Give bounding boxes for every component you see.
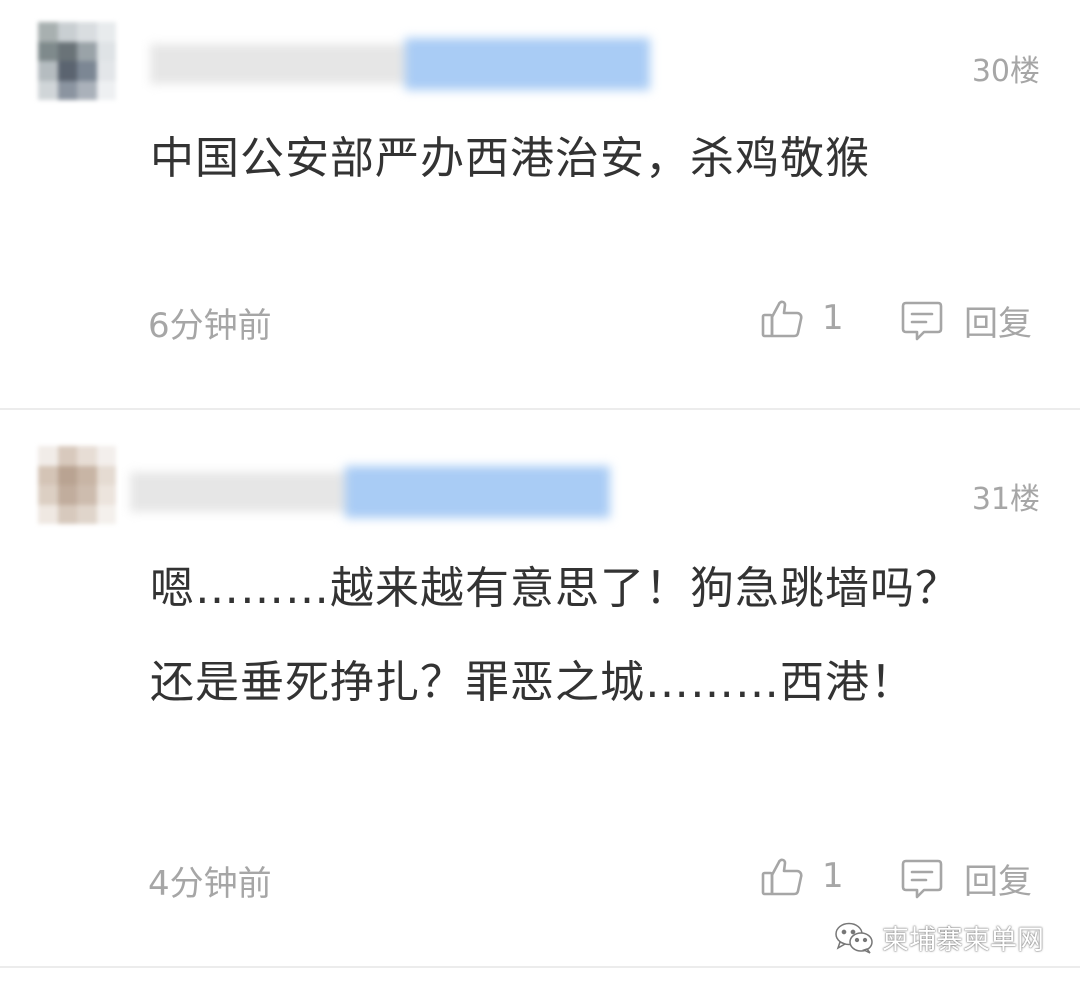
- comment-item: 30楼 中国公安部严办西港治安，杀鸡敬猴 6分钟前 1 回复: [0, 0, 1080, 408]
- comment-text: 中国公安部严办西港治安，杀鸡敬猴: [150, 133, 870, 184]
- like-count: 1: [822, 298, 844, 338]
- reply-button[interactable]: 回复: [900, 854, 1032, 903]
- reply-button[interactable]: 回复: [900, 296, 1032, 345]
- watermark: 柬埔寨柬单网: [834, 918, 1044, 957]
- comment-bubble-icon: [901, 859, 943, 898]
- thumbs-up-icon: [761, 858, 803, 896]
- like-count: 1: [822, 856, 844, 896]
- timestamp: 6分钟前: [148, 306, 272, 346]
- watermark-text: 柬埔寨柬单网: [882, 925, 1044, 956]
- like-button[interactable]: 1: [760, 296, 844, 340]
- timestamp: 4分钟前: [148, 864, 272, 904]
- floor-number: 30楼: [971, 54, 1040, 89]
- wechat-icon: [835, 922, 873, 954]
- username[interactable]: [150, 38, 650, 90]
- comment-text: 嗯………越来越有意思了！狗急跳墙吗？还是垂死挣扎？罪恶之城………西港！: [150, 563, 960, 708]
- avatar[interactable]: [38, 446, 116, 524]
- like-button[interactable]: 1: [760, 854, 844, 898]
- username[interactable]: [130, 466, 610, 518]
- floor-number: 31楼: [971, 482, 1040, 517]
- reply-label: 回复: [964, 304, 1032, 344]
- comment-bubble-icon: [901, 301, 943, 340]
- avatar[interactable]: [38, 22, 116, 100]
- divider: [0, 966, 1080, 968]
- comment-item: 31楼 嗯………越来越有意思了！狗急跳墙吗？还是垂死挣扎？罪恶之城………西港！ …: [0, 410, 1080, 966]
- thumbs-up-icon: [761, 300, 803, 338]
- reply-label: 回复: [964, 862, 1032, 902]
